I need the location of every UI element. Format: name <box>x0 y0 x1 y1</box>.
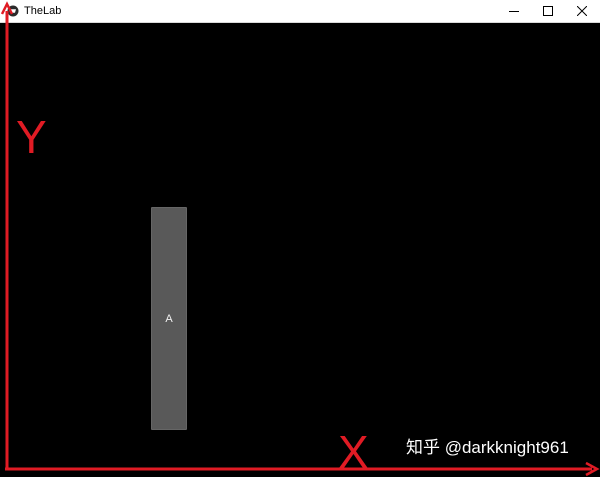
minimize-icon <box>509 11 519 12</box>
button-a-label: A <box>165 312 173 325</box>
app-logo-icon <box>7 5 19 17</box>
title-bar[interactable]: TheLab <box>0 0 600 23</box>
watermark-text: 知乎 @darkknight961 <box>406 438 569 457</box>
close-icon <box>577 6 587 16</box>
app-window: TheLab A Y X 知乎 @darkknight961 <box>0 0 600 477</box>
window-title: TheLab <box>24 5 62 17</box>
minimize-button[interactable] <box>497 0 531 22</box>
maximize-button[interactable] <box>531 0 565 22</box>
client-area: A <box>0 23 600 477</box>
button-a[interactable]: A <box>151 207 187 430</box>
close-button[interactable] <box>565 0 599 22</box>
maximize-icon <box>543 6 553 16</box>
